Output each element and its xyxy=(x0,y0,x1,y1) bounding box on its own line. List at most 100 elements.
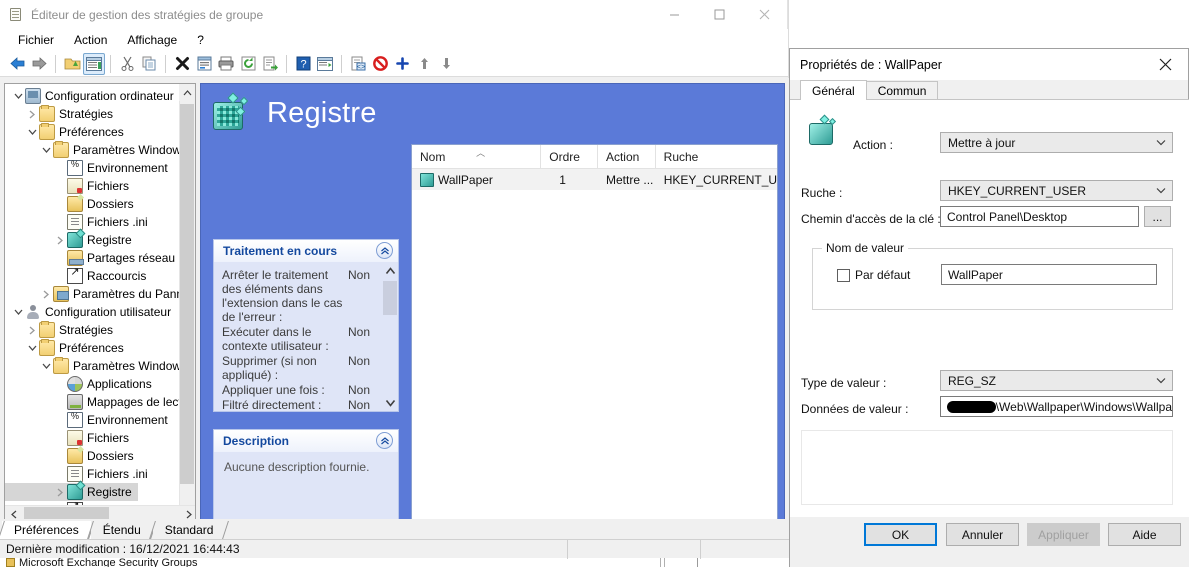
tree-node-fichiers-ini[interactable]: Fichiers .ini xyxy=(5,465,181,483)
keypath-input[interactable]: Control Panel\Desktop xyxy=(940,206,1139,227)
chevron-down-icon[interactable] xyxy=(11,303,25,321)
tree-node-dossiers[interactable]: Dossiers xyxy=(5,447,181,465)
column-header-ordre[interactable]: Ordre xyxy=(541,145,598,169)
registry-items-list[interactable]: ︿ Nom Ordre Action Ruche WallPaper 1 Met… xyxy=(411,144,778,522)
tree-node-fichiers[interactable]: Fichiers xyxy=(5,429,181,447)
tree-node-environnement[interactable]: Environnement xyxy=(5,411,181,429)
tree-vertical-scrollbar[interactable] xyxy=(179,84,195,522)
add-icon[interactable] xyxy=(391,53,413,75)
back-arrow-icon[interactable] xyxy=(6,53,28,75)
chevron-up-icon[interactable] xyxy=(376,242,393,259)
chevron-right-icon[interactable] xyxy=(39,285,53,303)
processing-scroll-thumb[interactable] xyxy=(383,281,397,315)
copy-icon[interactable] xyxy=(138,53,160,75)
default-checkbox[interactable] xyxy=(837,268,850,282)
processing-scroll-down-button[interactable] xyxy=(382,394,398,411)
column-header-action[interactable]: Action xyxy=(598,145,656,169)
table-row[interactable]: WallPaper 1 Mettre ... HKEY_CURRENT_USER xyxy=(412,169,777,190)
chevron-down-icon[interactable] xyxy=(25,123,39,141)
tree-node-pr-f-rences[interactable]: Préférences xyxy=(5,123,181,141)
move-up-icon[interactable] xyxy=(413,53,435,75)
tree-node-configuration-utilisateur[interactable]: Configuration utilisateur xyxy=(5,303,181,321)
tree-scroll-thumb[interactable] xyxy=(180,104,194,484)
help-icon[interactable]: ? xyxy=(292,53,314,75)
hive-combobox[interactable]: HKEY_CURRENT_USER xyxy=(940,180,1173,201)
valuename-input[interactable]: WallPaper xyxy=(941,264,1157,285)
up-folder-icon[interactable] xyxy=(61,53,83,75)
minimize-button[interactable] xyxy=(652,0,697,29)
tree-node-dossiers[interactable]: Dossiers xyxy=(5,195,181,213)
default-checkbox-label: Par défaut xyxy=(855,268,911,282)
tree-node-strat-gies[interactable]: Stratégies xyxy=(5,105,181,123)
tab-general[interactable]: Général xyxy=(800,80,867,100)
navigation-tree[interactable]: Configuration ordinateur Stratégies Préfér… xyxy=(4,83,196,523)
valuedata-input[interactable]: \Web\Wallpaper\Windows\Wallpa xyxy=(940,396,1173,417)
chevron-right-icon[interactable] xyxy=(53,483,67,501)
chevron-right-icon[interactable] xyxy=(25,105,39,123)
chevron-down-icon[interactable] xyxy=(39,357,53,375)
tree-node-param-tres-du-panneau[interactable]: Paramètres du Panneau xyxy=(5,285,195,303)
new-window-icon[interactable]: <> xyxy=(347,53,369,75)
cut-icon[interactable] xyxy=(116,53,138,75)
tab-commun[interactable]: Commun xyxy=(865,81,939,100)
show-console-icon[interactable] xyxy=(314,53,336,75)
close-button[interactable] xyxy=(742,0,787,29)
tree-node-applications[interactable]: Applications xyxy=(5,375,181,393)
column-header-nom[interactable]: ︿ Nom xyxy=(412,145,542,169)
processing-scrollbar[interactable] xyxy=(382,262,398,411)
default-checkbox-row[interactable]: Par défaut xyxy=(837,268,910,282)
ok-button[interactable]: OK xyxy=(864,523,937,546)
show-tree-icon[interactable] xyxy=(83,52,105,75)
column-header-action-label: Action xyxy=(605,150,640,164)
tree-node-fichiers-ini[interactable]: Fichiers .ini xyxy=(5,213,181,231)
menu-fichier[interactable]: Fichier xyxy=(8,31,64,49)
tree-node-strat-gies[interactable]: Stratégies xyxy=(5,321,181,339)
cell-ordre: 1 xyxy=(559,172,566,187)
chevron-down-icon[interactable] xyxy=(39,141,53,159)
processing-row-value: Non xyxy=(348,268,371,282)
column-header-ruche[interactable]: Ruche xyxy=(656,145,777,169)
chevron-right-icon[interactable] xyxy=(25,321,39,339)
cancel-button[interactable]: Annuler xyxy=(946,523,1019,546)
tree-node-icon xyxy=(67,178,83,194)
tree-node-environnement[interactable]: Environnement xyxy=(5,159,181,177)
tree-node-registre[interactable]: Registre xyxy=(5,231,181,249)
maximize-button[interactable] xyxy=(697,0,742,29)
tree-node-fichiers[interactable]: Fichiers xyxy=(5,177,181,195)
tree-node-partages-r-seau[interactable]: Partages réseau xyxy=(5,249,181,267)
menu-action[interactable]: Action xyxy=(64,31,117,49)
tree-node-configuration-ordinateur[interactable]: Configuration ordinateur xyxy=(5,87,181,105)
chevron-down-icon[interactable] xyxy=(25,339,39,357)
chevron-down-icon[interactable] xyxy=(11,87,25,105)
valuetype-combobox[interactable]: REG_SZ xyxy=(940,370,1173,391)
tab-etendu[interactable]: Étendu xyxy=(86,521,157,539)
menu-help[interactable]: ? xyxy=(187,31,214,49)
chevron-right-icon[interactable] xyxy=(53,231,67,249)
tab-preferences[interactable]: Préférences xyxy=(0,521,95,539)
move-down-icon[interactable] xyxy=(435,53,457,75)
tree-node-pr-f-rences[interactable]: Préférences xyxy=(5,339,181,357)
tree-node-raccourcis[interactable]: Raccourcis xyxy=(5,265,181,285)
help-button[interactable]: Aide xyxy=(1108,523,1181,546)
tree-node-label: Environnement xyxy=(87,413,168,427)
processing-scroll-up-button[interactable] xyxy=(382,262,398,279)
refresh-icon[interactable] xyxy=(237,53,259,75)
export-list-icon[interactable] xyxy=(259,53,281,75)
properties-icon[interactable] xyxy=(193,53,215,75)
tree-node-param-tres-windows[interactable]: Paramètres Windows xyxy=(5,357,187,375)
close-icon[interactable] xyxy=(1143,49,1188,80)
block-icon[interactable] xyxy=(369,53,391,75)
chevron-up-icon[interactable] xyxy=(376,432,393,449)
browse-button[interactable]: ... xyxy=(1144,206,1171,227)
tree-scroll-up-button[interactable] xyxy=(179,84,195,101)
tree-node-mappages-de-lecteurs[interactable]: Mappages de lecteurs xyxy=(5,393,195,411)
print-icon[interactable] xyxy=(215,53,237,75)
forward-arrow-icon[interactable] xyxy=(28,53,50,75)
delete-icon[interactable] xyxy=(171,53,193,75)
processing-row: Filtré directement : Non xyxy=(222,398,382,411)
column-header-ordre-label: Ordre xyxy=(549,150,580,164)
tab-standard[interactable]: Standard xyxy=(148,521,230,539)
tree-node-param-tres-windows[interactable]: Paramètres Windows xyxy=(5,141,187,159)
action-combobox[interactable]: Mettre à jour xyxy=(940,132,1173,153)
menu-affichage[interactable]: Affichage xyxy=(117,31,187,49)
